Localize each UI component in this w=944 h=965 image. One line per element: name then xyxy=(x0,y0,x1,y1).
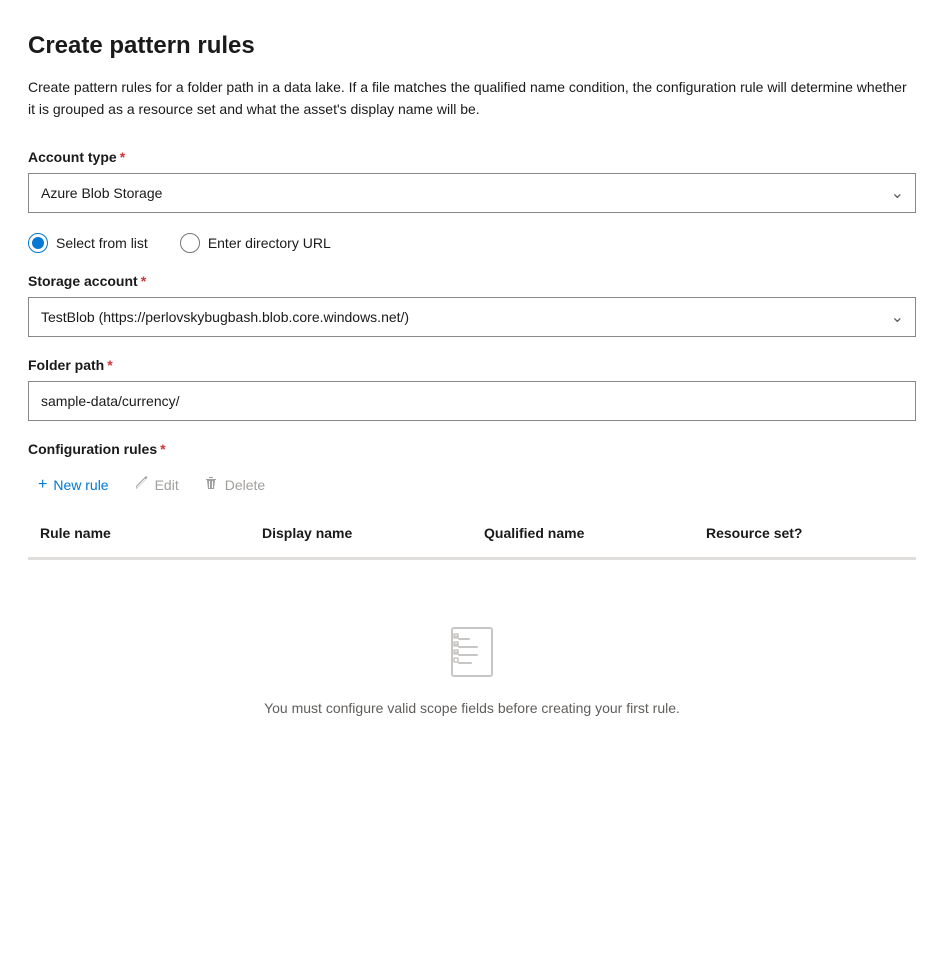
account-type-label: Account type * xyxy=(28,149,916,165)
storage-account-select[interactable]: TestBlob (https://perlovskybugbash.blob.… xyxy=(28,297,916,337)
select-from-list-radio[interactable] xyxy=(28,233,48,253)
empty-state: You must configure valid scope fields be… xyxy=(28,560,916,776)
new-rule-button[interactable]: + New rule xyxy=(28,471,119,499)
delete-icon xyxy=(203,475,219,495)
select-from-list-option[interactable]: Select from list xyxy=(28,233,148,253)
folder-path-label: Folder path * xyxy=(28,357,916,373)
delete-button[interactable]: Delete xyxy=(193,469,275,501)
edit-button[interactable]: Edit xyxy=(123,469,189,501)
folder-path-section: Folder path * xyxy=(28,357,916,421)
enter-directory-url-radio[interactable] xyxy=(180,233,200,253)
rules-toolbar: + New rule Edit Delete xyxy=(28,469,916,501)
storage-account-required: * xyxy=(141,273,146,289)
edit-icon xyxy=(133,475,149,495)
page-container: Create pattern rules Create pattern rule… xyxy=(0,0,944,828)
folder-path-required: * xyxy=(107,357,112,373)
configuration-rules-label: Configuration rules * xyxy=(28,441,916,457)
rules-table: Rule name Display name Qualified name Re… xyxy=(28,517,916,776)
plus-icon: + xyxy=(38,477,47,493)
page-description: Create pattern rules for a folder path i… xyxy=(28,76,916,121)
select-from-list-label: Select from list xyxy=(56,235,148,251)
col-rule-name: Rule name xyxy=(28,517,250,549)
configuration-rules-required: * xyxy=(160,441,165,457)
folder-path-input[interactable] xyxy=(28,381,916,421)
configuration-rules-section: Configuration rules * + New rule Edit xyxy=(28,441,916,776)
storage-account-section: Storage account * TestBlob (https://perl… xyxy=(28,273,916,337)
storage-account-label: Storage account * xyxy=(28,273,916,289)
account-type-required: * xyxy=(120,149,125,165)
page-title: Create pattern rules xyxy=(28,32,916,60)
storage-account-select-wrapper: TestBlob (https://perlovskybugbash.blob.… xyxy=(28,297,916,337)
empty-state-icon xyxy=(440,620,504,684)
col-display-name: Display name xyxy=(250,517,472,549)
table-header: Rule name Display name Qualified name Re… xyxy=(28,517,916,559)
account-type-select-wrapper: Azure Blob StorageAzure Data Lake Storag… xyxy=(28,173,916,213)
empty-state-message: You must configure valid scope fields be… xyxy=(264,700,680,716)
enter-directory-url-option[interactable]: Enter directory URL xyxy=(180,233,331,253)
account-type-select[interactable]: Azure Blob StorageAzure Data Lake Storag… xyxy=(28,173,916,213)
col-qualified-name: Qualified name xyxy=(472,517,694,549)
account-type-section: Account type * Azure Blob StorageAzure D… xyxy=(28,149,916,213)
col-resource-set: Resource set? xyxy=(694,517,916,549)
source-radio-group: Select from list Enter directory URL xyxy=(28,233,916,253)
enter-directory-url-label: Enter directory URL xyxy=(208,235,331,251)
